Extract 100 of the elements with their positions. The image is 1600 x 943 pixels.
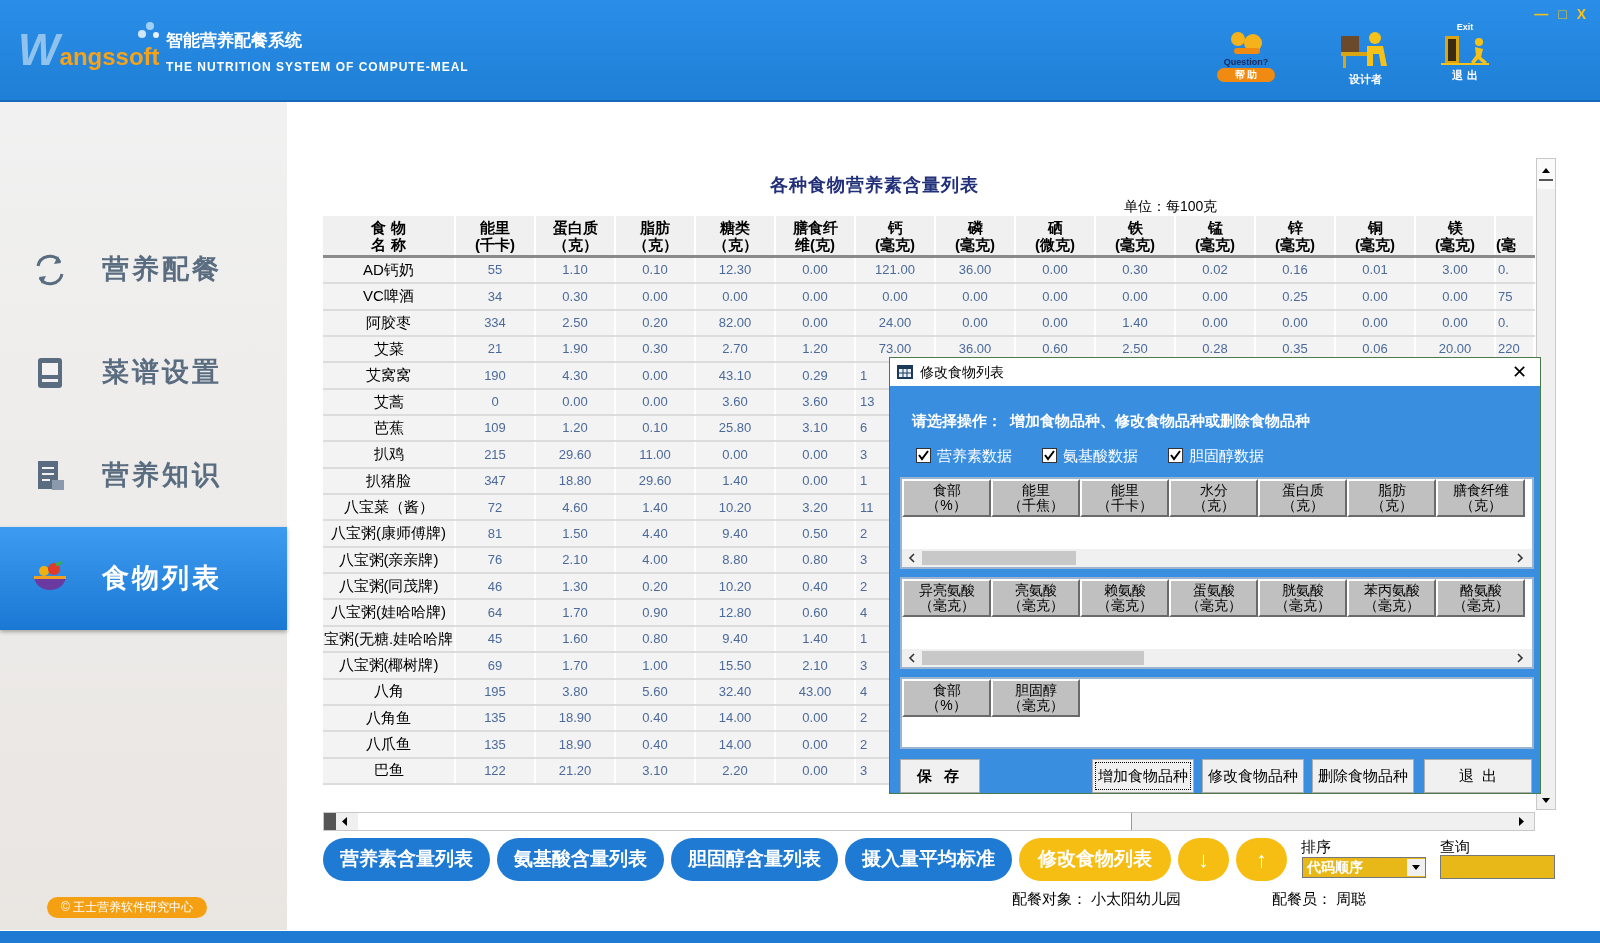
table-cell: 72 xyxy=(456,495,536,520)
table-cell: 艾菜 xyxy=(323,337,456,362)
info-text: 配餐员： 周聪 xyxy=(1272,889,1367,909)
table-cell: 64 xyxy=(456,600,536,625)
table-cell: 1.20 xyxy=(536,416,616,441)
search-field[interactable] xyxy=(1440,855,1555,879)
table-cell: 宝粥(无糖.娃哈哈牌 xyxy=(323,626,456,652)
table-cell: 82.00 xyxy=(696,310,776,336)
table-cell: 2.50 xyxy=(536,310,616,336)
table-cell: 5.60 xyxy=(616,679,696,704)
action-button[interactable]: 删除食物品种 xyxy=(1312,759,1414,793)
toolbar-help-button[interactable]: Question? 帮 助 xyxy=(1206,30,1286,82)
table-cell: 2.70 xyxy=(696,337,776,362)
search-label: 查询 xyxy=(1440,837,1470,857)
table-cell: 0.00 xyxy=(776,442,856,467)
table-cell: 2.10 xyxy=(776,653,856,678)
toolbar-designer-button[interactable]: 设计者 xyxy=(1325,30,1405,88)
table-cell: 32.40 xyxy=(696,679,776,704)
table-cell: 18.80 xyxy=(536,468,616,494)
table-cell: 0.00 xyxy=(1336,284,1416,309)
column-header: 异亮氨酸 （毫克） xyxy=(902,579,991,617)
table-cell: 1.60 xyxy=(536,626,616,652)
table-cell: 1.90 xyxy=(536,337,616,362)
scrollbar-thumb[interactable] xyxy=(922,551,1076,565)
table-cell: 4.30 xyxy=(536,363,616,388)
action-button[interactable]: 修改食物品种 xyxy=(1202,759,1304,793)
column-header: 蛋氨酸 （毫克） xyxy=(1169,579,1258,617)
table-cell: 11.00 xyxy=(616,442,696,467)
column-header: 磷 (毫克) xyxy=(936,216,1016,255)
table-cell: 1.70 xyxy=(536,600,616,625)
column-header: 食部 （%） xyxy=(902,479,991,517)
action-button[interactable]: 增加食物品种 xyxy=(1092,759,1194,793)
table-cell: 135 xyxy=(456,705,536,731)
table-cell: 46 xyxy=(456,574,536,599)
table-cell: 1.50 xyxy=(536,521,616,546)
table-cell: 8.80 xyxy=(696,547,776,573)
column-header: 酪氨酸 （毫克） xyxy=(1436,579,1525,617)
checkbox[interactable]: 氨基酸数据 xyxy=(1042,444,1138,467)
horizontal-scrollbar[interactable] xyxy=(323,812,1535,831)
list-button[interactable]: 胆固醇含量列表 xyxy=(671,838,838,881)
checkbox[interactable]: 胆固醇数据 xyxy=(1168,444,1264,467)
table-cell: 0.00 xyxy=(616,284,696,309)
table-cell: 0.00 xyxy=(1176,284,1256,309)
column-header: 水分 （克） xyxy=(1169,479,1258,517)
table-cell: 八宝粥(亲亲牌) xyxy=(323,547,456,573)
table-cell: 0.30 xyxy=(536,284,616,309)
table-cell: 3.60 xyxy=(776,389,856,415)
table-cell: 3.00 xyxy=(1416,258,1496,283)
toolbar-exit-button[interactable]: Exit 退 出 xyxy=(1425,22,1505,84)
table-cell: 81 xyxy=(456,521,536,546)
table-cell: 18.90 xyxy=(536,732,616,757)
table-cell: 0.00 xyxy=(696,284,776,309)
scrollbar-thumb[interactable] xyxy=(358,813,1132,830)
column-header: 蛋白质 （克） xyxy=(1258,479,1347,517)
table-cell: 0.00 xyxy=(776,732,856,757)
table-cell: 0.00 xyxy=(696,442,776,467)
table-cell: 1.10 xyxy=(536,258,616,283)
table-cell: 0.00 xyxy=(776,468,856,494)
table-cell: 0.40 xyxy=(616,732,696,757)
column-header: 膳食纤维 （克） xyxy=(1436,479,1525,517)
table-cell: 0.00 xyxy=(856,284,936,309)
table-cell: 9.40 xyxy=(696,626,776,652)
action-button[interactable]: 退 出 xyxy=(1424,759,1532,793)
table-cell: 135 xyxy=(456,732,536,757)
table-cell: 0.00 xyxy=(776,310,856,336)
scrollbar-thumb[interactable] xyxy=(922,651,1144,665)
table-cell: 0.00 xyxy=(1096,284,1176,309)
table-cell: 4.40 xyxy=(616,521,696,546)
checkmark-icon xyxy=(918,450,929,462)
table-cell: 0.10 xyxy=(616,416,696,441)
column-header: 糖类 （克） xyxy=(696,216,776,255)
table-cell: 45 xyxy=(456,626,536,652)
table-cell: 0.00 xyxy=(1416,310,1496,336)
table-cell: 八宝粥(椰树牌) xyxy=(323,653,456,678)
table-cell: 3.80 xyxy=(536,679,616,704)
table-cell: 12.80 xyxy=(696,600,776,625)
sidebar-item[interactable]: 食物列表 xyxy=(0,527,287,630)
close-button[interactable]: ✕ xyxy=(1504,362,1534,382)
column-header: 蛋白质 （克） xyxy=(536,216,616,255)
save-button[interactable]: 保 存 xyxy=(900,759,980,793)
table-cell: 0.40 xyxy=(776,574,856,599)
window-control-button[interactable]: X xyxy=(1576,6,1586,22)
table-cell: 八爪鱼 xyxy=(323,732,456,757)
list-button[interactable]: 摄入量平均标准 xyxy=(845,838,1012,881)
sidebar-item[interactable]: 营养知识 xyxy=(0,424,287,527)
table-cell: 阿胶枣 xyxy=(323,310,456,336)
table-cell: 巴鱼 xyxy=(323,758,456,783)
list-button[interactable]: 氨基酸含量列表 xyxy=(497,838,664,881)
table-cell: 21.20 xyxy=(536,758,616,783)
window-control-button[interactable]: — xyxy=(1534,6,1549,22)
column-header: 硒 (微克) xyxy=(1016,216,1096,255)
scrollbar-end-block xyxy=(324,813,336,830)
caption-text: Question? xyxy=(1223,57,1269,67)
sidebar-item[interactable]: 营养配餐 xyxy=(0,218,287,321)
column-header: 膳食纤 维(克) xyxy=(776,216,856,255)
sidebar-item[interactable]: 菜谱设置 xyxy=(0,321,287,424)
window-control-button[interactable]: □ xyxy=(1558,6,1567,22)
table-cell: 43.10 xyxy=(696,363,776,388)
table-cell: 3.60 xyxy=(696,389,776,415)
list-button[interactable]: 营养素含量列表 xyxy=(323,838,490,881)
